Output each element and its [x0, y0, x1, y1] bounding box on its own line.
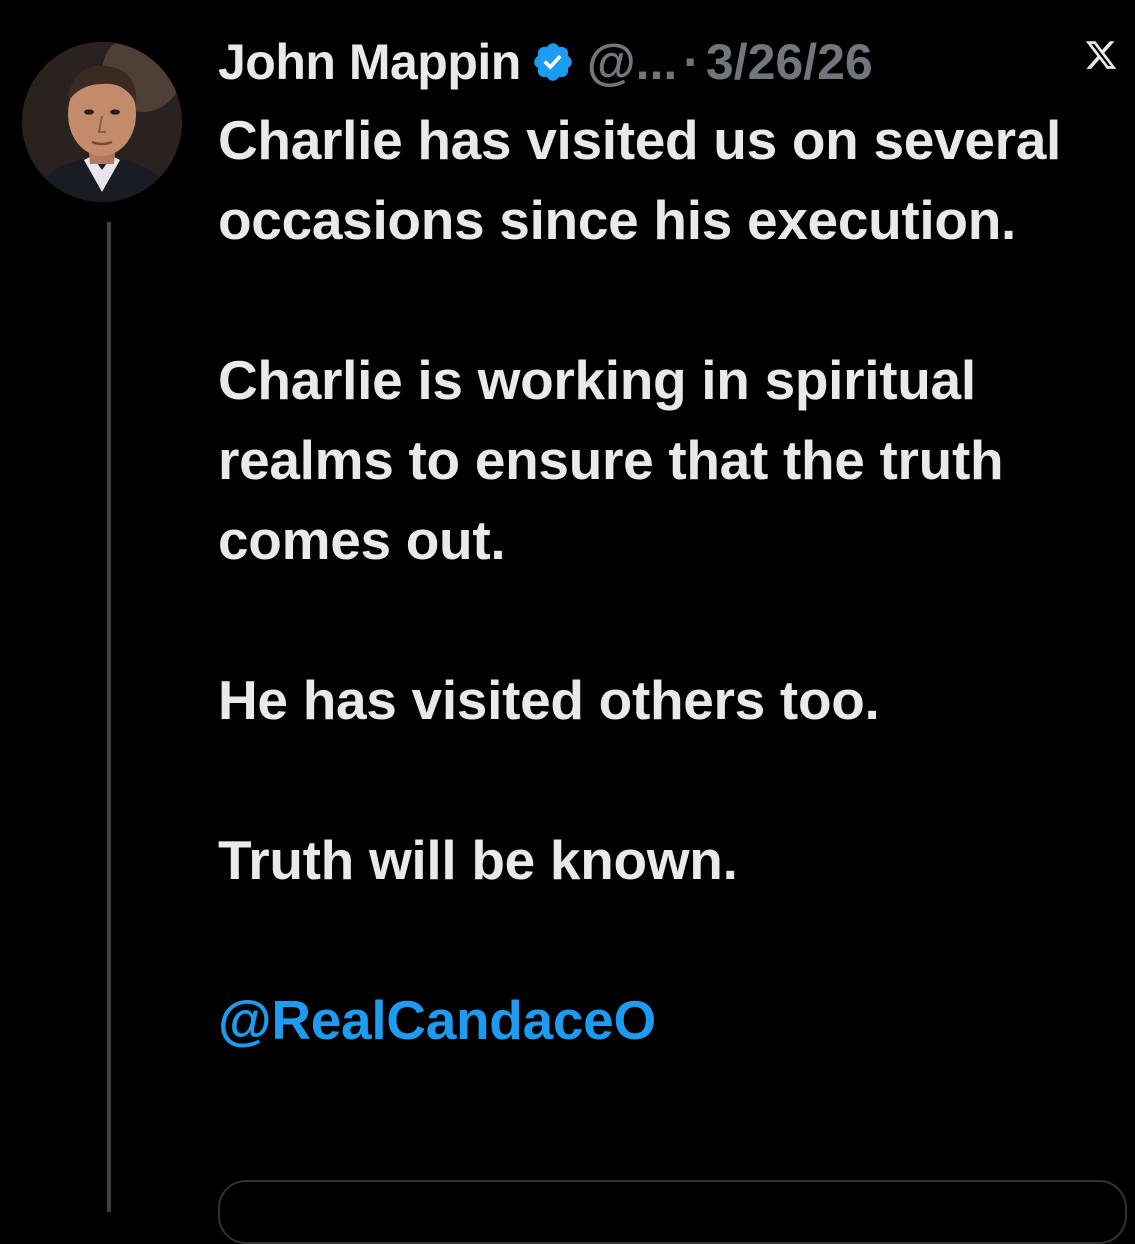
- post-paragraph-3: He has visited others too.: [218, 669, 880, 731]
- verified-badge-icon[interactable]: [531, 40, 575, 84]
- post-paragraph-4: Truth will be known.: [218, 829, 738, 891]
- tweet-header: John Mappin @... · 3/26/26: [218, 30, 873, 94]
- quoted-post-card[interactable]: [218, 1180, 1127, 1244]
- avatar[interactable]: [22, 42, 182, 202]
- mention-link[interactable]: @RealCandaceO: [218, 989, 656, 1051]
- post-body: Charlie has visited us on several occasi…: [218, 100, 1123, 1060]
- post-date[interactable]: 3/26/26: [706, 33, 873, 91]
- x-logo-icon: [1085, 41, 1117, 69]
- author-handle[interactable]: @...: [587, 33, 677, 91]
- post-paragraph-2: Charlie is working in spiritual realms t…: [218, 349, 1004, 571]
- profile-photo-icon: [22, 42, 182, 202]
- thread-line: [107, 222, 111, 1212]
- post-paragraph-1: Charlie has visited us on several occasi…: [218, 109, 1061, 251]
- author-display-name[interactable]: John Mappin: [218, 33, 521, 91]
- tweet: John Mappin @... · 3/26/26 Charlie has v…: [0, 0, 1135, 1244]
- separator-dot: ·: [683, 34, 700, 90]
